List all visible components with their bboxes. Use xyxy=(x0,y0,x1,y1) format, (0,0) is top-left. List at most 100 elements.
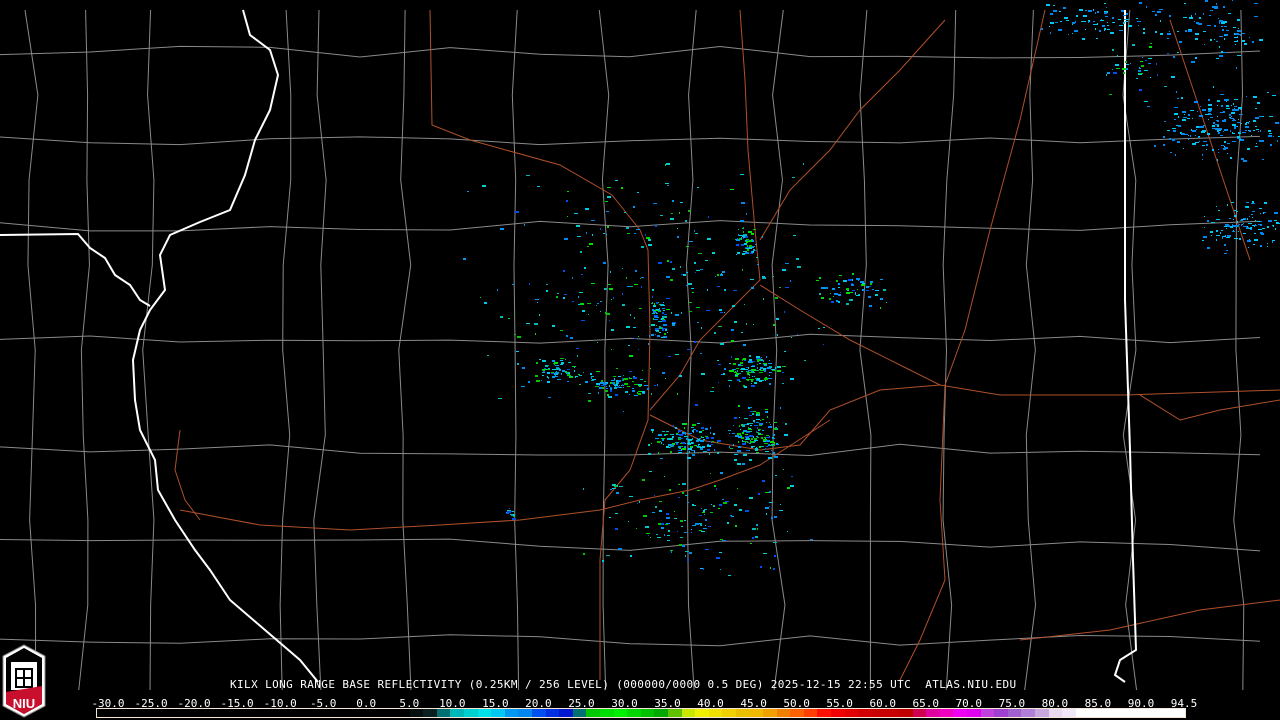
echo-pixel xyxy=(1104,28,1106,30)
echo-pixel xyxy=(721,273,722,275)
colorbar-swatch xyxy=(328,709,342,717)
echo-pixel xyxy=(1245,123,1247,125)
echo-pixel xyxy=(572,301,574,302)
echo-pixel xyxy=(1232,133,1235,134)
echo-pixel xyxy=(677,236,679,238)
echo-pixel xyxy=(1167,53,1169,54)
echo-pixel xyxy=(657,384,658,386)
highways xyxy=(174,9,1280,681)
echo-pixel xyxy=(658,452,659,454)
echo-pixel xyxy=(688,439,692,441)
echo-pixel xyxy=(1139,2,1142,4)
echo-pixel xyxy=(616,380,618,382)
echo-pixel xyxy=(1237,221,1238,223)
echo-pixel xyxy=(666,523,670,524)
echo-pixel xyxy=(830,293,831,294)
echo-pixel xyxy=(1218,18,1219,19)
echo-pixel xyxy=(694,445,697,446)
echo-pixel xyxy=(1230,157,1232,159)
echo-pixel xyxy=(688,283,692,285)
echo-pixel xyxy=(762,276,765,277)
echo-pixel xyxy=(618,380,621,382)
echo-pixel xyxy=(684,427,685,429)
echo-pixel xyxy=(1053,5,1055,6)
echo-pixel xyxy=(697,423,700,424)
echo-pixel xyxy=(739,373,741,374)
echo-pixel xyxy=(1260,221,1262,222)
colorbar-swatch xyxy=(450,709,465,717)
echo-pixel xyxy=(611,299,612,300)
echo-pixel xyxy=(757,361,759,362)
echo-pixel xyxy=(694,451,695,453)
echo-pixel xyxy=(673,425,674,427)
echo-pixel xyxy=(681,449,682,451)
echo-pixel xyxy=(701,427,704,429)
echo-pixel xyxy=(572,277,573,279)
radar-map[interactable] xyxy=(0,0,1280,720)
echo-pixel xyxy=(751,369,752,371)
echo-pixel xyxy=(838,287,840,288)
echo-pixel xyxy=(709,453,710,455)
echo-pixel xyxy=(769,436,770,437)
echo-pixel xyxy=(1224,26,1227,27)
echo-pixel xyxy=(1196,129,1197,130)
echo-pixel xyxy=(1236,211,1238,212)
echo-pixel xyxy=(819,277,821,279)
echo-pixel xyxy=(692,438,693,440)
echo-pixel xyxy=(651,303,652,304)
echo-pixel xyxy=(852,290,855,291)
echo-pixel xyxy=(1183,117,1187,118)
echo-pixel xyxy=(866,290,869,291)
echo-pixel xyxy=(866,286,869,288)
echo-pixel xyxy=(749,435,753,437)
echo-pixel xyxy=(749,431,752,432)
echo-pixel xyxy=(646,237,650,239)
echo-pixel xyxy=(741,371,743,372)
echo-pixel xyxy=(652,313,654,314)
echo-pixel xyxy=(535,375,538,377)
echo-pixel xyxy=(564,294,567,295)
echo-pixel xyxy=(1219,46,1220,48)
echo-pixel xyxy=(677,531,678,532)
echo-pixel xyxy=(790,378,794,380)
echo-pixel xyxy=(1268,220,1272,222)
echo-pixel xyxy=(678,430,681,432)
echo-pixel xyxy=(1174,107,1178,108)
echo-pixel xyxy=(567,369,570,370)
echo-pixel xyxy=(713,506,715,507)
echo-pixel xyxy=(655,334,656,335)
echo-pixel xyxy=(708,216,709,218)
echo-pixel xyxy=(522,367,525,369)
echo-pixel xyxy=(761,437,763,439)
echo-pixel xyxy=(740,174,744,175)
echo-pixel xyxy=(706,437,709,439)
echo-pixel xyxy=(681,274,683,275)
echo-pixel xyxy=(535,333,536,335)
echo-pixel xyxy=(614,385,618,386)
echo-pixel xyxy=(566,200,568,202)
echo-pixel xyxy=(595,386,599,387)
colorbar-swatch xyxy=(599,709,614,717)
echo-pixel xyxy=(583,488,584,490)
echo-pixel xyxy=(774,456,778,458)
echo-pixel xyxy=(658,523,661,525)
echo-pixel xyxy=(1256,225,1257,226)
echo-pixel xyxy=(655,438,659,439)
echo-pixel xyxy=(1229,117,1231,118)
echo-pixel xyxy=(506,513,509,514)
echo-pixel xyxy=(1267,243,1268,244)
colorbar-swatch xyxy=(735,709,750,717)
echo-pixel xyxy=(720,569,721,570)
echo-pixel xyxy=(668,530,670,532)
echo-pixel xyxy=(1160,20,1161,22)
echo-pixel xyxy=(860,281,864,283)
echo-pixel xyxy=(711,437,714,439)
echo-pixel xyxy=(691,450,695,451)
echo-pixel xyxy=(574,213,578,214)
colorbar-swatch xyxy=(708,709,723,717)
echo-pixel xyxy=(1234,37,1238,38)
echo-pixel xyxy=(1223,111,1225,113)
echo-pixel xyxy=(742,236,745,237)
echo-pixel xyxy=(1157,74,1158,76)
echo-pixel xyxy=(591,380,593,381)
